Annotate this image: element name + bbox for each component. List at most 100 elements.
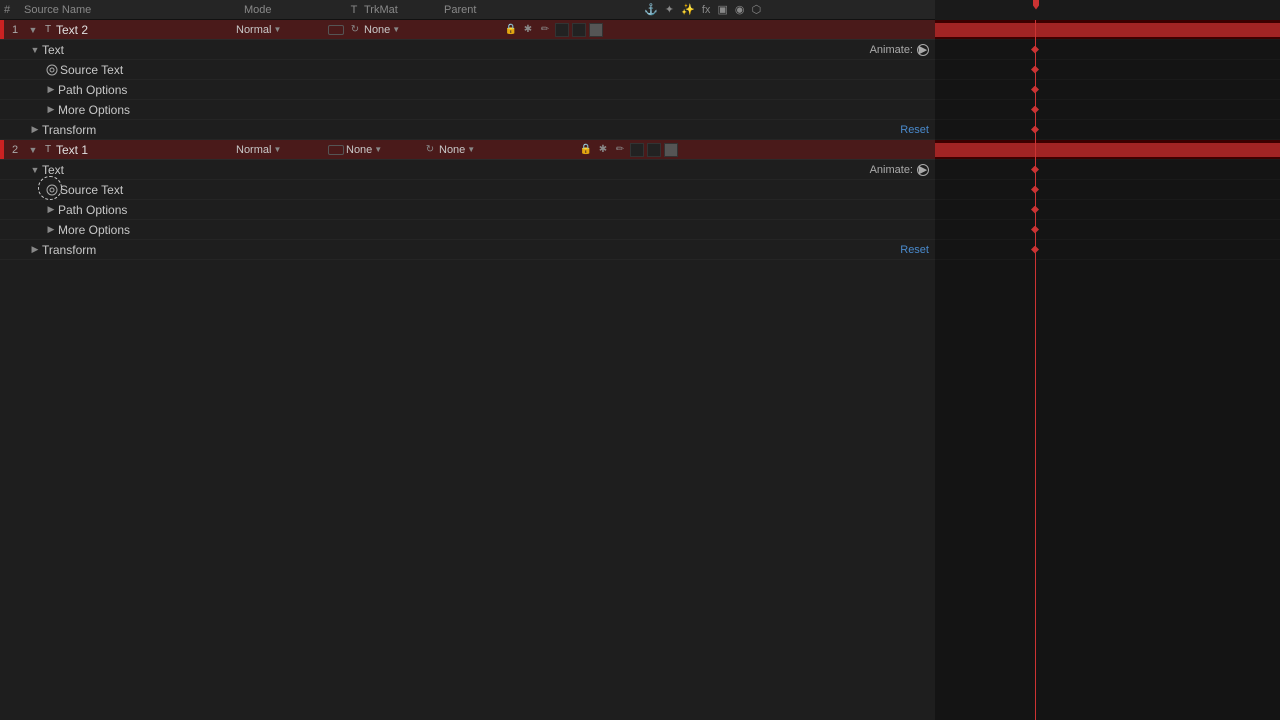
text-group-2: ▼ Text Animate: ▶ (0, 160, 935, 180)
layer-controls-1: 🔒 ✱ ✏ (504, 23, 603, 37)
layer-parent-1[interactable]: None ▼ (364, 24, 504, 36)
layer-num-2: 2 (4, 144, 26, 156)
animate-label-1: Animate: (870, 44, 913, 56)
col-parent-header: Parent (444, 4, 644, 16)
header-left: # Source Name Mode T TrkMat Parent ⚓ ✦ ✨… (0, 3, 935, 16)
layer-expand-1[interactable]: ▼ (26, 23, 40, 37)
main-content: 1 ▼ T Text 2 Normal ▼ ↻ None ▼ 🔒 ✱ ✏ (0, 20, 1280, 720)
lock-icon-2[interactable]: 🔒 (579, 143, 593, 157)
header-bar: # Source Name Mode T TrkMat Parent ⚓ ✦ ✨… (0, 0, 1280, 20)
color-box-2a[interactable] (630, 143, 644, 157)
color-box-1b[interactable] (572, 23, 586, 37)
layer-mode-1[interactable]: Normal ▼ (236, 24, 326, 36)
mode-label-1: Normal (236, 24, 271, 36)
layer-panel: 1 ▼ T Text 2 Normal ▼ ↻ None ▼ 🔒 ✱ ✏ (0, 20, 935, 720)
tl-row-text-2 (935, 160, 1280, 180)
sync-icon-2[interactable]: ↻ (423, 143, 437, 157)
color-box-2c[interactable] (664, 143, 678, 157)
color-box-2b[interactable] (647, 143, 661, 157)
layer-parent-2[interactable]: None ▼ (439, 144, 579, 156)
layer-mode-2[interactable]: Normal ▼ (236, 144, 326, 156)
layer-num-1: 1 (4, 24, 26, 36)
path-options-label-1: Path Options (58, 83, 935, 97)
color-box-1a[interactable] (555, 23, 569, 37)
layer-controls-2: 🔒 ✱ ✏ (579, 143, 678, 157)
more-options-row-2[interactable]: ▶ More Options (0, 220, 935, 240)
transform-expand-2[interactable]: ▶ (28, 243, 42, 257)
col-hash-header: # (4, 4, 24, 16)
source-text-row-2[interactable]: Source Text (0, 180, 935, 200)
path-expand-1[interactable]: ▶ (44, 83, 58, 97)
transform-label-1: Transform (42, 123, 900, 137)
col-t-header: T (344, 4, 364, 16)
circle-icon: ◉ (735, 4, 745, 16)
path-options-label-2: Path Options (58, 203, 935, 217)
pencil-icon-2[interactable]: ✏ (613, 143, 627, 157)
layer-row-2[interactable]: 2 ▼ T Text 1 Normal ▼ None ▼ ↻ None ▼ 🔒 … (0, 140, 935, 160)
star-icon: ✦ (665, 4, 674, 16)
text-group-1: ▼ Text Animate: ▶ (0, 40, 935, 60)
layer-name-2[interactable]: Text 1 (56, 143, 236, 157)
tl-row-transform-1 (935, 120, 1280, 140)
more-options-row-1[interactable]: ▶ More Options (0, 100, 935, 120)
lock-icon-1[interactable]: 🔒 (504, 23, 518, 37)
shy-icon-2[interactable]: ✱ (596, 143, 610, 157)
more-expand-2[interactable]: ▶ (44, 223, 58, 237)
tl-row-path-1 (935, 80, 1280, 100)
tl-row-layer-2 (935, 140, 1280, 160)
col-name-header: Source Name (24, 4, 244, 16)
transform-expand-1[interactable]: ▶ (28, 123, 42, 137)
transform-label-2: Transform (42, 243, 900, 257)
trkmat-dropdown-2[interactable]: None ▼ (346, 144, 421, 156)
text-label-1: Text (42, 43, 870, 57)
animate-label-2: Animate: (870, 164, 913, 176)
transform-row-2[interactable]: ▶ Transform Reset (0, 240, 935, 260)
text-expand-1[interactable]: ▼ (28, 43, 42, 57)
animate-btn-2[interactable]: Animate: ▶ (870, 164, 929, 176)
sync-icon-1[interactable]: ↻ (348, 23, 362, 37)
layer-name-1[interactable]: Text 2 (56, 23, 236, 37)
reset-btn-2[interactable]: Reset (900, 244, 929, 256)
wand-icon: ✨ (681, 4, 695, 16)
timeline-panel[interactable] (935, 20, 1280, 720)
color-box-1c[interactable] (589, 23, 603, 37)
layer-expand-2[interactable]: ▼ (26, 143, 40, 157)
more-options-label-1: More Options (58, 103, 935, 117)
parent-label-1: None (364, 24, 390, 36)
source-icon-2 (44, 182, 60, 198)
layer-text-icon-1: T (40, 24, 56, 35)
tl-row-layer-1 (935, 20, 1280, 40)
path-options-row-2[interactable]: ▶ Path Options (0, 200, 935, 220)
text-expand-2[interactable]: ▼ (28, 163, 42, 177)
path-expand-2[interactable]: ▶ (44, 203, 58, 217)
reset-btn-1[interactable]: Reset (900, 124, 929, 136)
timeline-header-bg (935, 0, 1280, 20)
play-icon-2[interactable]: ▶ (917, 164, 929, 176)
source-text-label-2: Source Text (60, 183, 935, 197)
mode-arrow-1: ▼ (273, 25, 281, 34)
layer-text-icon-2: T (40, 144, 56, 155)
mode-label-2: Normal (236, 144, 271, 156)
shy-icon-1[interactable]: ✱ (521, 23, 535, 37)
tl-row-text-1 (935, 40, 1280, 60)
anchor-icon: ⚓ (644, 4, 658, 16)
col-mode-header: Mode (244, 4, 344, 16)
play-icon-1[interactable]: ▶ (917, 44, 929, 56)
cube-icon: ⬡ (752, 4, 762, 16)
tl-bar-2 (935, 143, 1280, 157)
transform-row-1[interactable]: ▶ Transform Reset (0, 120, 935, 140)
tl-row-path-2 (935, 200, 1280, 220)
layer-row-1[interactable]: 1 ▼ T Text 2 Normal ▼ ↻ None ▼ 🔒 ✱ ✏ (0, 20, 935, 40)
path-options-row-1[interactable]: ▶ Path Options (0, 80, 935, 100)
more-expand-1[interactable]: ▶ (44, 103, 58, 117)
layer-switch-2[interactable] (328, 145, 344, 155)
layer-switch-1[interactable] (328, 25, 344, 35)
text-label-2: Text (42, 163, 870, 177)
tl-row-more-1 (935, 100, 1280, 120)
scrub-line (1035, 20, 1036, 720)
source-text-row-1[interactable]: Source Text (0, 60, 935, 80)
pencil-icon-1[interactable]: ✏ (538, 23, 552, 37)
parent-label-2: None (439, 144, 465, 156)
animate-btn-1[interactable]: Animate: ▶ (870, 44, 929, 56)
tl-row-source-2 (935, 180, 1280, 200)
